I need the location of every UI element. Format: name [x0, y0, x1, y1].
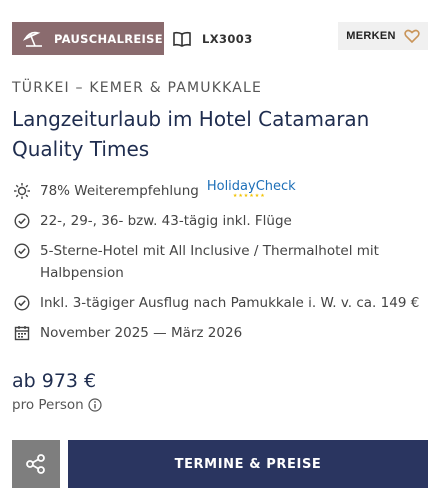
- termine-preise-button[interactable]: TERMINE & PREISE: [68, 440, 428, 488]
- offer-title[interactable]: Langzeiturlaub im Hotel Catamaran Qualit…: [12, 104, 412, 164]
- feature-hotel-text: 5-Sterne-Hotel mit All Inclusive / Therm…: [40, 243, 379, 281]
- feature-hotel: 5-Sterne-Hotel mit All Inclusive / Therm…: [12, 240, 430, 284]
- feature-dates: November 2025 — März 2026: [12, 322, 430, 344]
- merken-label: MERKEN: [346, 30, 396, 42]
- check-circle-icon: [12, 210, 32, 232]
- package-badge-label: PAUSCHALREISE: [54, 31, 163, 46]
- feature-duration-text: 22-, 29-, 36- bzw. 43-tägig inkl. Flüge: [40, 213, 292, 229]
- feature-list: 78% Weiterempfehlung HolidayCheck ★★★★★★…: [12, 180, 430, 352]
- merken-button[interactable]: MERKEN: [338, 22, 428, 50]
- beach-umbrella-icon: [22, 29, 46, 49]
- info-icon[interactable]: [88, 398, 102, 412]
- feature-dates-text: November 2025 — März 2026: [40, 325, 243, 341]
- feature-excursion-text: Inkl. 3-tägiger Ausflug nach Pamukkale i…: [40, 295, 420, 311]
- price-amount: ab 973 €: [12, 370, 97, 392]
- book-icon: [172, 30, 194, 48]
- recommendation-text: 78% Weiterempfehlung: [40, 183, 199, 199]
- feature-duration: 22-, 29-, 36- bzw. 43-tägig inkl. Flüge: [12, 210, 430, 232]
- holidaycheck-stars: ★★★★★★: [232, 193, 266, 199]
- package-badge: PAUSCHALREISE: [12, 22, 164, 55]
- feature-excursion: Inkl. 3-tägiger Ausflug nach Pamukkale i…: [12, 292, 430, 314]
- price-per-label: pro Person: [12, 397, 84, 413]
- share-icon: [25, 453, 47, 475]
- share-button[interactable]: [12, 440, 60, 488]
- sun-icon: [12, 180, 32, 202]
- region-label: TÜRKEI – KEMER & PAMUKKALE: [12, 80, 263, 96]
- trip-code: LX3003: [172, 22, 253, 55]
- price-per: pro Person: [12, 397, 102, 413]
- check-circle-icon: [12, 292, 32, 314]
- header-row: PAUSCHALREISE LX3003 MERKEN: [12, 22, 428, 55]
- trip-code-label: LX3003: [202, 31, 253, 46]
- feature-recommendation: 78% Weiterempfehlung HolidayCheck ★★★★★★: [12, 180, 430, 202]
- check-circle-icon: [12, 240, 32, 262]
- holidaycheck-logo-text: HolidayCheck: [206, 179, 296, 194]
- holidaycheck-logo[interactable]: HolidayCheck ★★★★★★: [207, 180, 296, 199]
- heart-icon: [404, 29, 420, 43]
- calendar-icon: [12, 322, 32, 344]
